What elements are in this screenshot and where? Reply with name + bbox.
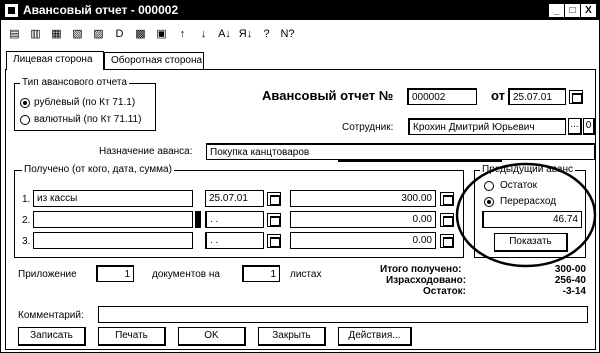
row-3-amount-field[interactable]: 0.00 [290, 232, 436, 249]
radio-currency-label[interactable]: валютный (по Кт 71.11) [34, 114, 141, 125]
actions-button[interactable]: Действия... [338, 327, 412, 346]
row-2-from-field[interactable] [33, 211, 193, 228]
total-received-row: Итого получено: 300-00 [380, 264, 586, 275]
context-help-icon[interactable]: N? [279, 26, 296, 43]
list-icon[interactable]: ▥ [27, 26, 44, 43]
row-1-amount-field[interactable]: 300.00 [290, 190, 436, 207]
report-title: Авансовый отчет № [262, 88, 394, 103]
sort-asc-icon[interactable]: A↓ [216, 26, 233, 43]
row-1-date-field[interactable]: 25.07.01 [205, 190, 264, 207]
delete-icon[interactable]: D [111, 26, 128, 43]
row-2-number: 2. [22, 215, 31, 226]
tab-back-side[interactable]: Оборотная сторона [104, 52, 204, 70]
attachment-sheets-label: листах [290, 269, 322, 280]
total-spent-label: Израсходовано: [386, 275, 467, 286]
comment-field[interactable] [98, 306, 588, 323]
employee-label: Сотрудник: [342, 122, 394, 133]
total-spent-row: Израсходовано: 256-40 [380, 275, 586, 286]
close-window-button[interactable]: X [581, 4, 596, 17]
total-spent-value: 256-40 [554, 275, 586, 286]
help-icon[interactable]: ? [258, 26, 275, 43]
report-number-field[interactable]: 000002 [407, 88, 477, 105]
received-group-label: Получено (от кого, дата, сумма) [22, 164, 174, 175]
row-2-cursor-marker [195, 211, 201, 228]
date-from-label: от [491, 88, 505, 103]
total-received-value: 300-00 [554, 264, 586, 275]
toolbar: ▤ ▥ ▦ ▧ ▨ D ▩ ▣ ↑ ↓ A↓ Я↓ ? N? [6, 24, 296, 44]
print-preview-icon[interactable]: ▦ [48, 26, 65, 43]
total-balance-label: Остаток: [423, 286, 467, 297]
sort-desc-icon[interactable]: Я↓ [237, 26, 254, 43]
window-title: Авансовый отчет - 000002 [23, 3, 179, 17]
row-3-from-field[interactable] [33, 232, 193, 249]
view-icon[interactable]: ▩ [132, 26, 149, 43]
row-3-number: 3. [22, 236, 31, 247]
close-button[interactable]: Закрыть [258, 327, 326, 346]
maximize-button[interactable]: □ [565, 4, 580, 17]
print-button[interactable]: Печать [98, 327, 166, 346]
arrow-up-icon[interactable]: ↑ [174, 26, 191, 43]
tab-front-side[interactable]: Лицевая сторона [6, 51, 104, 70]
employee-browse-button[interactable]: ... [568, 118, 582, 135]
row-3-date-field[interactable]: . . [205, 232, 264, 249]
row-1-number: 1. [22, 194, 31, 205]
highlight-ellipse [455, 162, 597, 268]
ok-button[interactable]: OK [178, 327, 246, 346]
attachment-docs-field[interactable]: 1 [96, 265, 134, 282]
minimize-button[interactable]: _ [549, 4, 564, 17]
app-icon [5, 4, 18, 17]
row-2-amount-field[interactable]: 0.00 [290, 211, 436, 228]
attachment-docs-label: документов на [152, 269, 220, 280]
total-balance-value: -3-14 [562, 286, 586, 297]
employee-clear-button[interactable]: 0 [583, 118, 595, 135]
row-1-calculator-icon[interactable] [440, 192, 454, 206]
row-1-calendar-icon[interactable] [267, 192, 281, 206]
form-icon[interactable]: ▤ [6, 26, 23, 43]
row-3-calculator-icon[interactable] [440, 234, 454, 248]
attachment-label: Приложение [18, 269, 77, 280]
total-received-label: Итого получено: [380, 264, 462, 275]
purpose-label: Назначение аванса: [99, 146, 193, 157]
refresh-icon[interactable]: ▣ [153, 26, 170, 43]
totals-block: Итого получено: 300-00 Израсходовано: 25… [380, 264, 586, 297]
purpose-field[interactable]: Покупка канцтоваров [206, 143, 595, 160]
move-icon[interactable]: ▨ [90, 26, 107, 43]
row-2-date-field[interactable]: . . [205, 211, 264, 228]
report-type-group-label: Тип авансового отчета [20, 77, 129, 88]
comment-label: Комментарий: [18, 310, 84, 321]
row-2-calendar-icon[interactable] [267, 213, 281, 227]
row-2-calculator-icon[interactable] [440, 213, 454, 227]
attachment-sheets-field[interactable]: 1 [242, 265, 280, 282]
copy-icon[interactable]: ▧ [69, 26, 86, 43]
title-bar[interactable]: Авансовый отчет - 000002 _ □ X [1, 1, 599, 20]
employee-field[interactable]: Крохин Дмитрий Юрьевич [408, 118, 566, 135]
radio-currency[interactable] [20, 115, 30, 125]
radio-rub[interactable] [20, 98, 30, 108]
row-1-from-field[interactable]: из кассы [33, 190, 193, 207]
arrow-down-icon[interactable]: ↓ [195, 26, 212, 43]
total-balance-row: Остаток: -3-14 [380, 286, 586, 297]
row-3-calendar-icon[interactable] [267, 234, 281, 248]
save-button[interactable]: Записать [18, 327, 86, 346]
calendar-icon[interactable] [569, 90, 583, 104]
report-date-field[interactable]: 25.07.01 [508, 88, 566, 105]
radio-rub-label[interactable]: рублевый (по Кт 71.1) [34, 97, 135, 108]
